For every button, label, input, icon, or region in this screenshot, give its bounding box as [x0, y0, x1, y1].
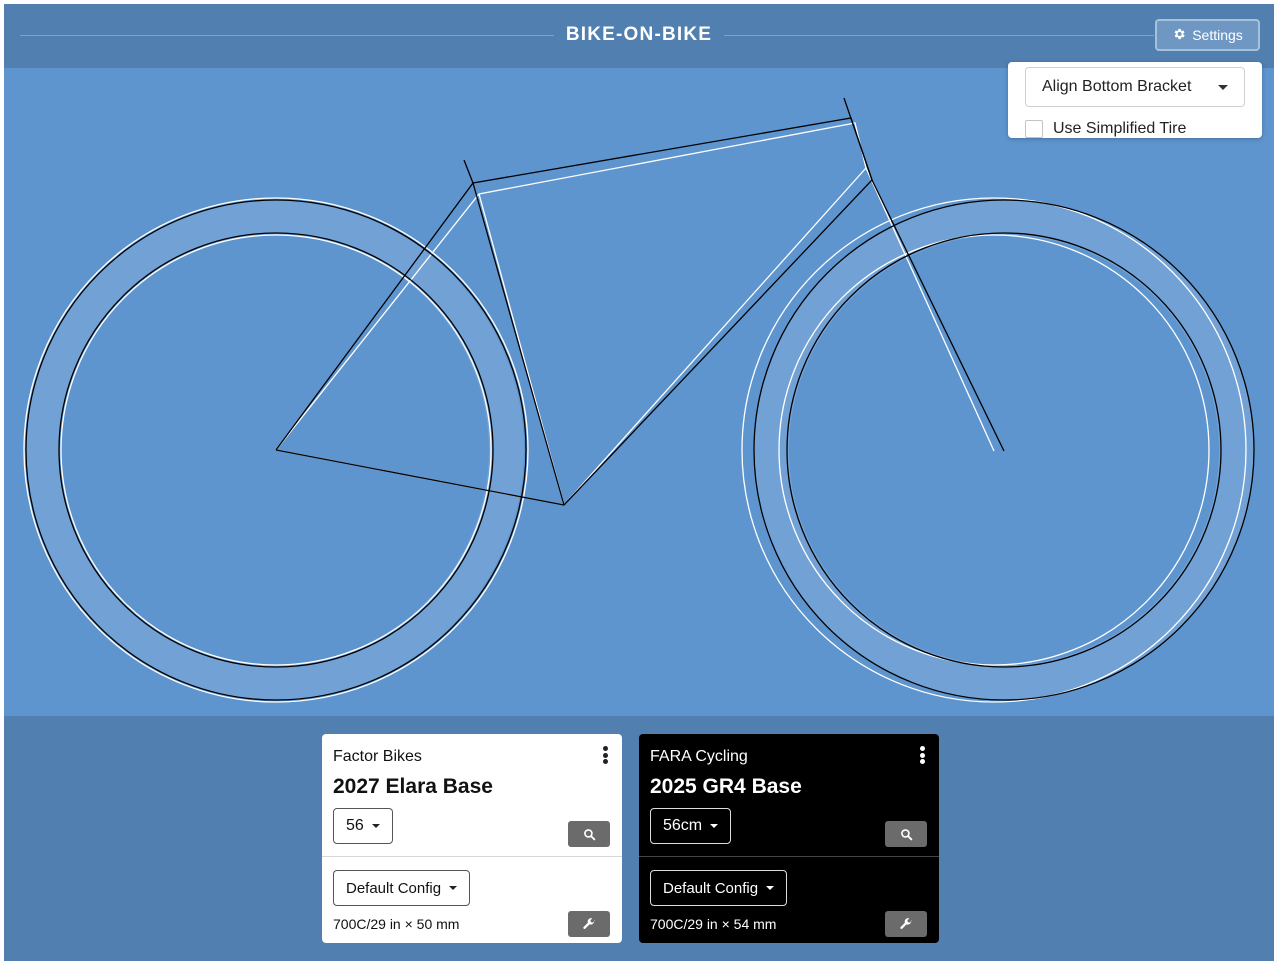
wrench-icon	[583, 918, 595, 930]
tire-spec: 700C/29 in × 50 mm	[333, 916, 460, 932]
settings-button[interactable]: Settings	[1155, 19, 1260, 51]
caret-down-icon	[371, 824, 380, 828]
bike-model: 2027 Elara Base	[333, 775, 493, 798]
bike-canvas	[4, 68, 1274, 716]
search-button[interactable]	[885, 821, 927, 847]
simplified-tire-label: Use Simplified Tire	[1053, 120, 1187, 137]
caret-down-icon	[449, 886, 458, 890]
tire-fills	[24, 199, 1254, 701]
bike-model: 2025 GR4 Base	[650, 775, 802, 798]
more-vertical-icon[interactable]	[919, 746, 925, 764]
size-select[interactable]: 56cm	[650, 808, 732, 844]
search-icon	[583, 828, 595, 840]
bike-brand: Factor Bikes	[333, 748, 422, 765]
tire-spec: 700C/29 in × 54 mm	[650, 916, 777, 932]
alignment-select-value: Align Bottom Bracket	[1042, 78, 1192, 95]
bike-overlay-drawing	[23, 97, 1255, 703]
bike-a-frame	[25, 97, 1255, 701]
header: BIKE-ON-BIKE Settings	[4, 4, 1274, 68]
config-select[interactable]: Default Config	[333, 870, 471, 906]
simplified-tire-option: Use Simplified Tire	[1025, 120, 1186, 138]
size-select[interactable]: 56	[333, 808, 393, 844]
caret-down-icon	[1218, 85, 1228, 90]
simplified-tire-checkbox[interactable]	[1025, 120, 1043, 138]
config-select[interactable]: Default Config	[650, 870, 788, 906]
caret-down-icon	[766, 886, 775, 890]
card-divider	[322, 856, 622, 857]
bike-card: FARA Cycling 2025 GR4 Base 56cm Default …	[639, 734, 939, 943]
config-edit-button[interactable]	[568, 911, 610, 937]
size-select-value: 56cm	[663, 817, 703, 834]
config-select-value: Default Config	[346, 879, 442, 897]
caret-down-icon	[710, 824, 719, 828]
wrench-icon	[900, 918, 912, 930]
search-icon	[900, 828, 912, 840]
app-title: BIKE-ON-BIKE	[565, 24, 713, 45]
search-button[interactable]	[568, 821, 610, 847]
bike-a-head-tube	[843, 97, 873, 181]
alignment-select[interactable]: Align Bottom Bracket	[1025, 67, 1245, 107]
size-select-value: 56	[346, 817, 364, 834]
settings-label: Settings	[1192, 27, 1243, 43]
config-edit-button[interactable]	[885, 911, 927, 937]
config-select-value: Default Config	[663, 879, 759, 897]
more-vertical-icon[interactable]	[602, 746, 608, 764]
gear-icon	[1172, 27, 1186, 44]
settings-panel: Align Bottom Bracket Use Simplified Tire	[1008, 62, 1262, 138]
bike-a-seatpost	[463, 159, 474, 184]
bike-brand: FARA Cycling	[650, 748, 748, 765]
bike-card: Factor Bikes 2027 Elara Base 56 Default …	[322, 734, 622, 943]
app-frame: BIKE-ON-BIKE Settings Align Bottom Brack…	[4, 4, 1274, 961]
card-divider	[639, 856, 939, 857]
